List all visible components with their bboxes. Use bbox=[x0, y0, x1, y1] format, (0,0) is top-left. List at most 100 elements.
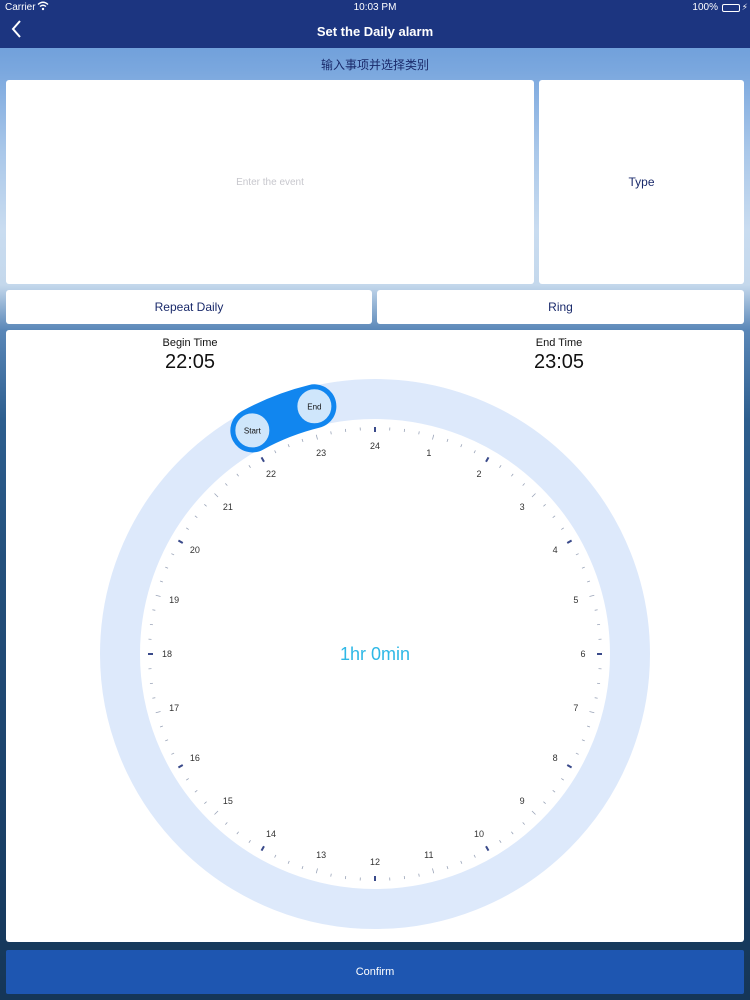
dial-tick bbox=[432, 434, 435, 440]
battery-icon bbox=[722, 4, 740, 12]
dial-tick bbox=[165, 739, 169, 742]
dial-tick bbox=[301, 438, 304, 443]
dial-tick bbox=[177, 764, 184, 769]
ring-label: Ring bbox=[548, 300, 573, 314]
dial-tick bbox=[531, 810, 536, 815]
hour-label: 22 bbox=[266, 469, 276, 479]
dial-tick bbox=[214, 493, 219, 498]
hour-label: 16 bbox=[190, 753, 200, 763]
dial-tick bbox=[531, 493, 536, 498]
status-time: 10:03 PM bbox=[353, 2, 397, 13]
dial-tick bbox=[460, 444, 463, 448]
dial-tick bbox=[315, 434, 318, 440]
dial-tick bbox=[186, 527, 189, 530]
dial-tick bbox=[473, 854, 476, 858]
dial-tick bbox=[473, 450, 476, 454]
page-title: Set the Daily alarm bbox=[316, 24, 434, 39]
dial-tick bbox=[575, 752, 579, 755]
dial-tick bbox=[274, 854, 277, 858]
hour-label: 5 bbox=[573, 595, 578, 605]
confirm-button[interactable]: Confirm bbox=[6, 950, 744, 994]
hour-label: 15 bbox=[223, 796, 233, 806]
start-handle-label: Start bbox=[244, 426, 262, 435]
dial-tick bbox=[204, 801, 207, 804]
dial-tick bbox=[236, 831, 239, 835]
dial-tick bbox=[418, 873, 420, 877]
dial-tick bbox=[287, 444, 290, 448]
hour-label: 10 bbox=[474, 829, 484, 839]
duration-text: 1hr 0min bbox=[340, 644, 410, 664]
hour-label: 19 bbox=[169, 595, 179, 605]
end-handle-label: End bbox=[307, 402, 321, 411]
hour-label: 21 bbox=[223, 502, 233, 512]
dial-tick bbox=[543, 801, 546, 804]
dial-tick bbox=[566, 539, 573, 544]
dial-tick bbox=[225, 483, 228, 486]
hour-label: 1 bbox=[426, 448, 431, 458]
dial-tick bbox=[589, 711, 595, 714]
type-button[interactable]: Type bbox=[539, 80, 744, 284]
hour-label: 7 bbox=[573, 703, 578, 713]
hour-label: 17 bbox=[169, 703, 179, 713]
dial-tick bbox=[186, 778, 189, 781]
dial-tick bbox=[485, 456, 490, 463]
dial-tick bbox=[171, 752, 175, 755]
dial-tick bbox=[159, 725, 164, 728]
dial-tick bbox=[446, 865, 449, 870]
repeat-daily-button[interactable]: Repeat Daily bbox=[6, 290, 372, 324]
dial-tick bbox=[194, 790, 198, 793]
dial-tick bbox=[460, 860, 463, 864]
dial-tick bbox=[152, 697, 156, 699]
dial-tick bbox=[511, 473, 514, 477]
status-bar: Carrier 10:03 PM 100% ⚡ bbox=[0, 0, 750, 16]
instruction-text: 输入事项并选择类别 bbox=[320, 58, 429, 72]
dial-tick bbox=[594, 697, 598, 699]
dial-tick bbox=[566, 764, 573, 769]
dial-tick bbox=[594, 609, 598, 611]
dial-tick bbox=[522, 483, 525, 486]
type-button-label: Type bbox=[628, 175, 655, 189]
hour-label: 3 bbox=[520, 502, 525, 512]
ring-button[interactable]: Ring bbox=[377, 290, 744, 324]
event-card bbox=[6, 80, 534, 284]
clock-card: Begin Time 22:05 End Time 23:05 24 1 2 3 4 5 6… bbox=[6, 330, 744, 942]
dial-tick bbox=[552, 515, 556, 518]
hour-label: 20 bbox=[190, 545, 200, 555]
dial-tick bbox=[274, 450, 277, 454]
dial-tick bbox=[236, 473, 239, 477]
dial-tick bbox=[575, 553, 579, 556]
dial-tick bbox=[581, 739, 585, 742]
hour-label: 14 bbox=[266, 829, 276, 839]
nav-bar: Set the Daily alarm bbox=[0, 16, 750, 48]
dial-tick bbox=[432, 868, 435, 874]
hour-label: 11 bbox=[424, 850, 433, 860]
dial-tick bbox=[315, 868, 318, 874]
dial-tick bbox=[301, 865, 304, 870]
dial-tick bbox=[287, 860, 290, 864]
dial-tick bbox=[552, 790, 556, 793]
dial-tick bbox=[152, 609, 156, 611]
dial-tick bbox=[330, 873, 332, 877]
hour-label: 2 bbox=[476, 469, 481, 479]
repeat-daily-label: Repeat Daily bbox=[154, 300, 224, 314]
hour-label: 9 bbox=[520, 796, 525, 806]
event-input[interactable] bbox=[6, 80, 534, 284]
dial-tick bbox=[561, 527, 564, 530]
dial-tick bbox=[260, 845, 265, 852]
dial-tick bbox=[522, 822, 525, 825]
dial-tick bbox=[543, 504, 546, 507]
hour-label: 6 bbox=[580, 649, 585, 659]
dial-tick bbox=[159, 580, 164, 583]
dial-tick bbox=[194, 515, 198, 518]
hour-label: 24 bbox=[370, 441, 380, 451]
dial-tick bbox=[248, 465, 251, 468]
battery-percent: 100% bbox=[692, 2, 718, 13]
dial-tick bbox=[204, 504, 207, 507]
hour-label: 8 bbox=[553, 753, 558, 763]
dial-tick bbox=[155, 594, 161, 597]
hour-label: 4 bbox=[553, 545, 558, 555]
dial-tick bbox=[248, 840, 251, 843]
dial-tick bbox=[214, 810, 219, 815]
dial-tick bbox=[499, 465, 502, 468]
dial-tick bbox=[155, 711, 161, 714]
